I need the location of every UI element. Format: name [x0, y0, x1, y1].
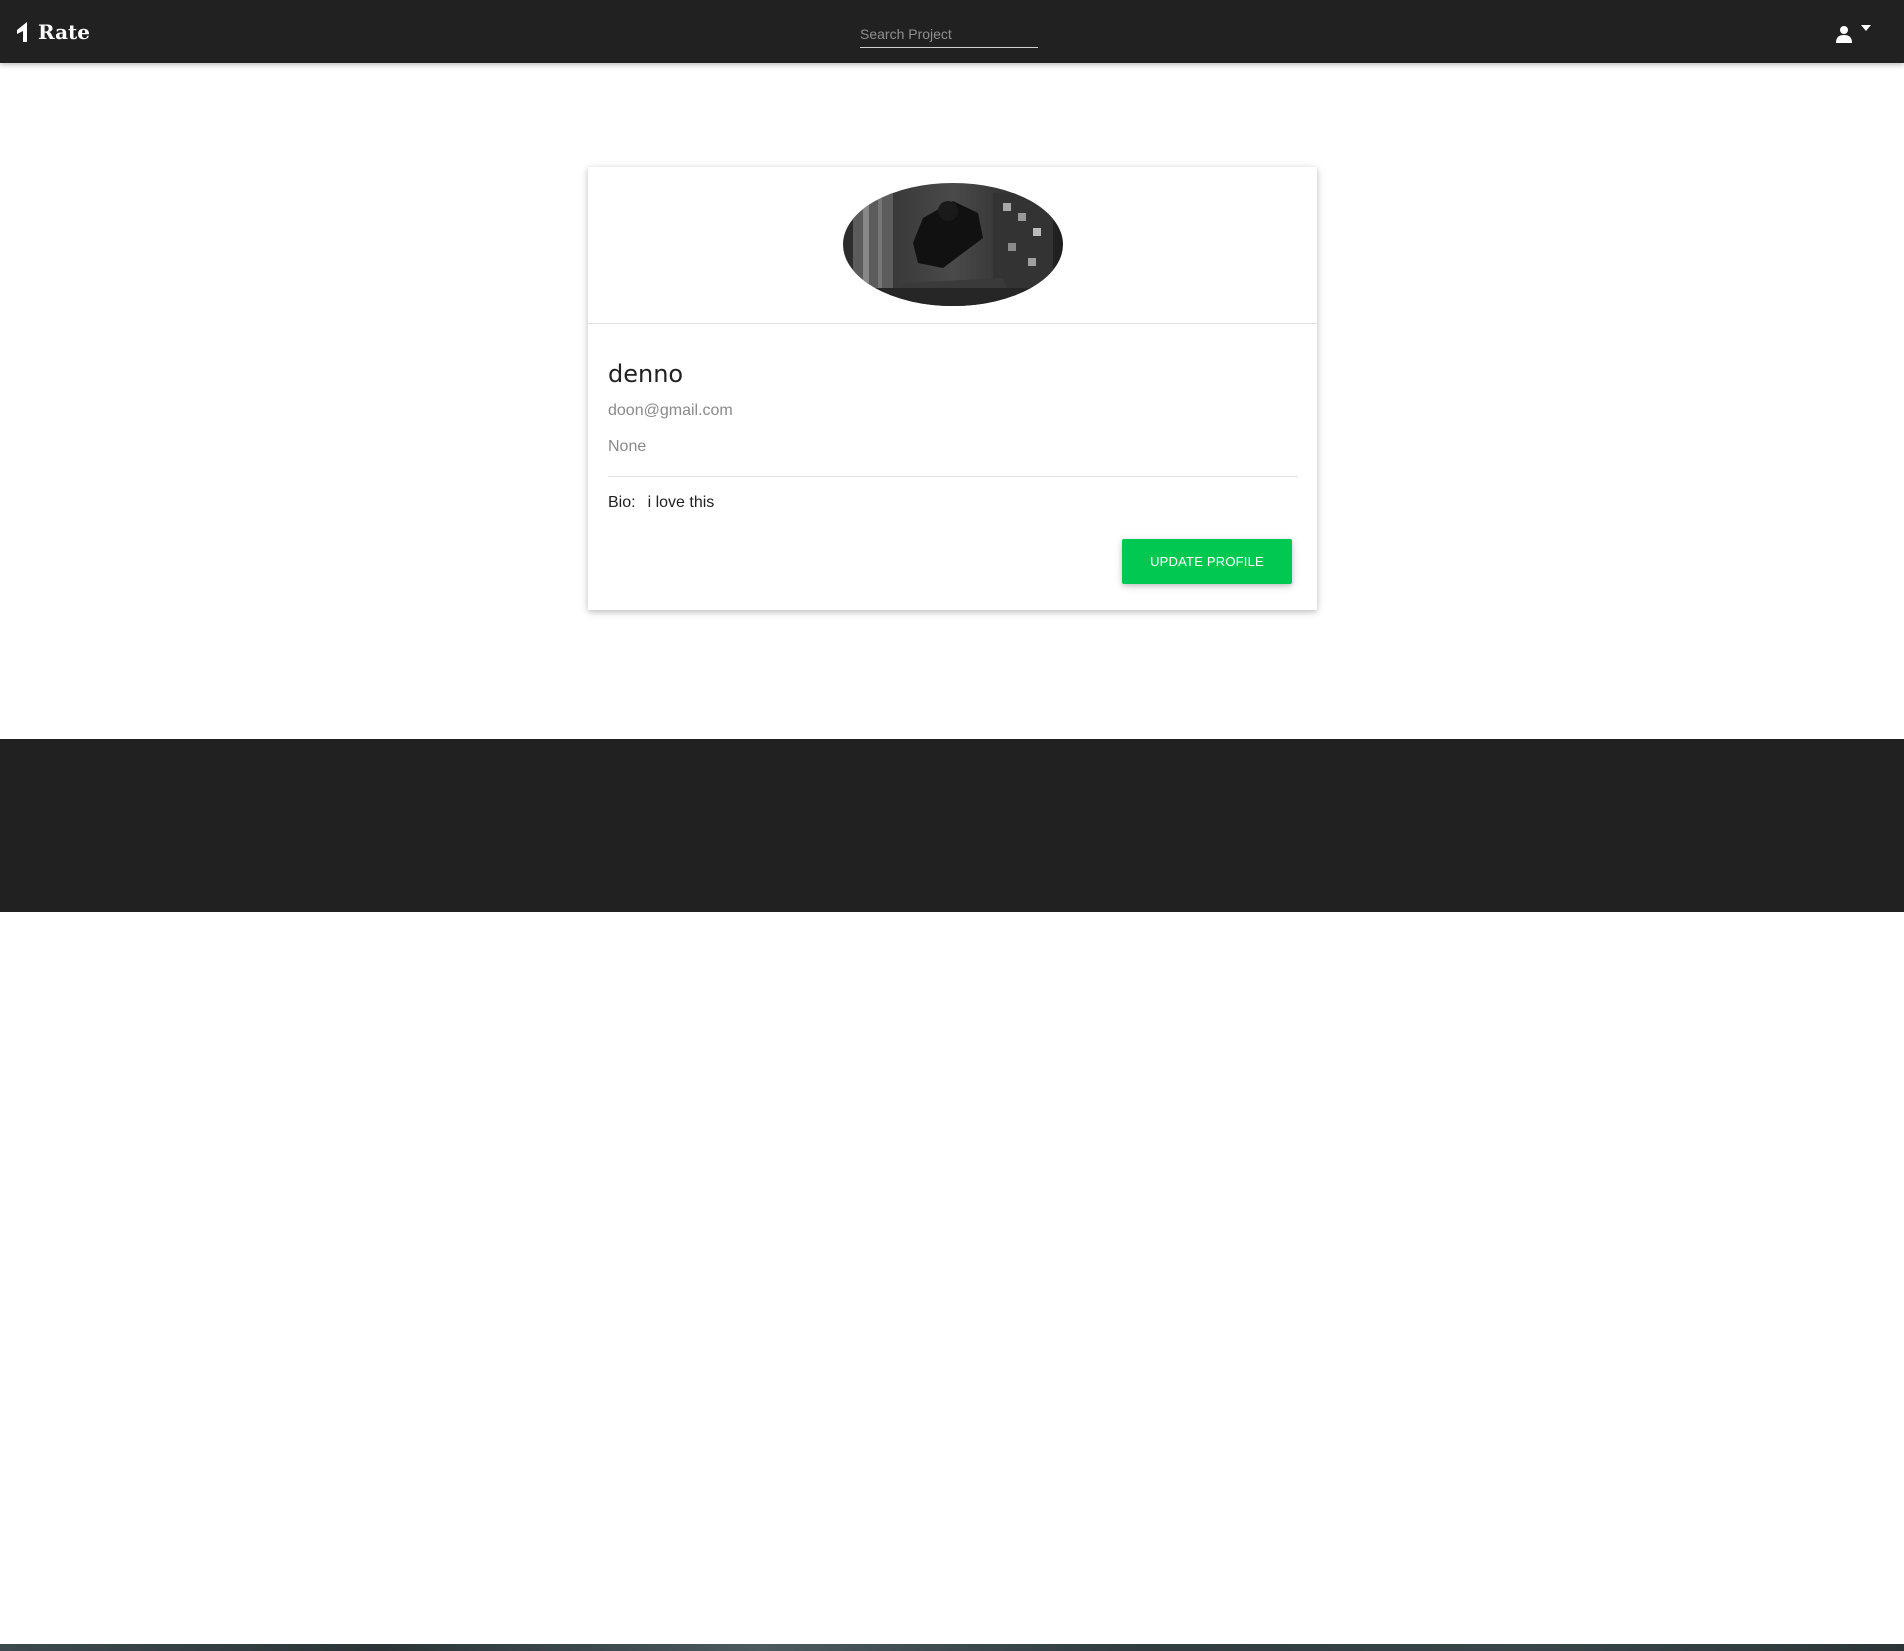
facebook-icon[interactable] [748, 1545, 772, 1575]
instagram-icon[interactable] [1050, 1545, 1080, 1575]
profile-bio: Bio: i love this [608, 494, 714, 512]
brand-name: Rate [38, 20, 91, 44]
brand-link[interactable]: Rate [14, 18, 90, 46]
google-plus-icon[interactable] [890, 1545, 930, 1575]
update-profile-button[interactable]: UPDATE PROFILE [1122, 539, 1292, 584]
footer [0, 739, 1904, 1651]
divider [608, 476, 1298, 477]
bio-text: i love this [647, 494, 715, 511]
footer-background-strip [0, 1644, 1904, 1651]
user-icon [1836, 26, 1852, 43]
linkedin-icon[interactable] [977, 1545, 1007, 1575]
profile-email: doon@gmail.com [608, 402, 733, 419]
search-box [860, 20, 1038, 50]
profile-username: denno [608, 360, 684, 388]
twitter-icon[interactable] [816, 1545, 848, 1575]
profile-photo [843, 183, 1063, 306]
caret-down-icon [1861, 25, 1871, 31]
brand-logo-icon [17, 22, 27, 42]
user-menu-dropdown[interactable] [1830, 20, 1882, 50]
profile-card-header [588, 167, 1317, 324]
profile-contact: None [608, 438, 647, 455]
bio-label: Bio: [608, 494, 636, 511]
top-navbar: Rate [0, 0, 1904, 63]
pinterest-icon[interactable] [1124, 1545, 1154, 1575]
search-input[interactable] [860, 20, 1038, 48]
profile-card: denno doon@gmail.com None Bio: i love thi… [588, 167, 1317, 610]
